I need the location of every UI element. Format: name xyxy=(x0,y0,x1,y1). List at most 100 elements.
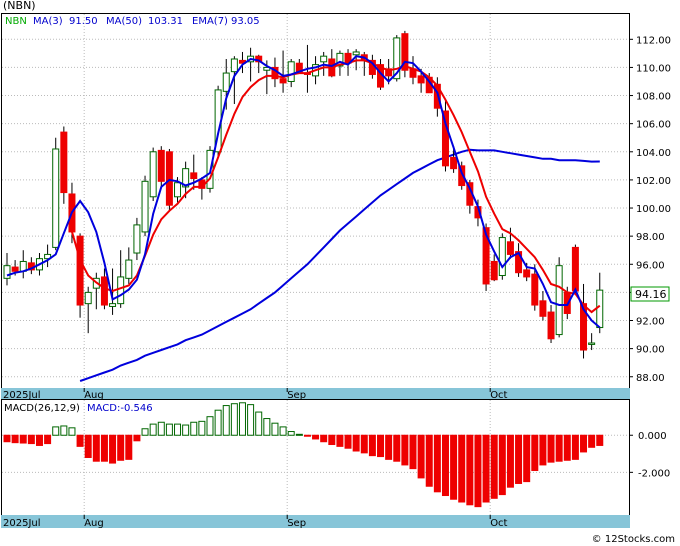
macd-bar-negative xyxy=(3,434,11,443)
macd-bar-negative xyxy=(433,434,441,493)
macd-bar-negative xyxy=(531,434,539,471)
price-y-tick-label: 88.00 xyxy=(636,373,665,384)
candle-body-down xyxy=(157,149,165,182)
macd-bar-negative xyxy=(125,434,133,460)
macd-bar-positive xyxy=(149,423,157,436)
candle-body-down xyxy=(571,246,579,292)
candle-body-up xyxy=(287,61,295,82)
candle-body-up xyxy=(352,51,360,56)
candle-body-down xyxy=(190,172,198,180)
candle-body-down xyxy=(490,260,498,281)
macd-bar-positive xyxy=(60,425,68,436)
macd-bar-positive xyxy=(279,426,287,436)
candle-body-up xyxy=(320,55,328,63)
macd-bar-positive xyxy=(52,426,60,436)
macd-bar-negative xyxy=(425,434,433,487)
macd-bar-negative xyxy=(450,434,458,500)
candle xyxy=(141,175,149,237)
legend-ma50-name: MA(50) xyxy=(106,16,142,27)
macd-bar-positive xyxy=(287,431,295,436)
macd-label: MACD(26,12,9) xyxy=(4,403,80,414)
macd-bar-negative xyxy=(523,434,531,483)
candle-body-down xyxy=(76,235,84,306)
macd-bar-negative xyxy=(92,434,100,462)
macd-bar-negative xyxy=(76,434,84,447)
price-y-tick-label: 100.00 xyxy=(636,204,671,215)
stock-chart: 88.0090.0092.0094.0096.0098.00100.00102.… xyxy=(1,0,675,545)
macd-bar-negative xyxy=(466,434,474,506)
candle-body-down xyxy=(279,78,287,84)
macd-bar-negative xyxy=(320,434,328,443)
candle-body-down xyxy=(531,273,539,306)
macd-x-tick-label: 2025Jul xyxy=(3,518,41,529)
price-y-axis: 88.0090.0092.0094.0096.0098.00100.00102.… xyxy=(629,35,671,384)
macd-bar-negative xyxy=(482,434,490,503)
candle-body-up xyxy=(498,237,506,277)
candle-body-up xyxy=(117,276,125,305)
macd-bar-positive xyxy=(222,405,230,436)
macd-bar-negative xyxy=(571,434,579,460)
macd-bar-negative xyxy=(109,434,117,464)
candle-body-up xyxy=(149,151,157,198)
macd-bar-negative xyxy=(417,434,425,479)
macd-x-tick-label: Oct xyxy=(490,518,507,529)
candle xyxy=(571,244,579,294)
macd-bar-negative xyxy=(27,434,35,445)
macd-bar-negative xyxy=(539,434,547,466)
price-y-tick-label: 90.00 xyxy=(636,345,665,356)
macd-bar-negative xyxy=(312,434,320,440)
price-y-tick-label: 96.00 xyxy=(636,260,665,271)
macd-bar-negative xyxy=(328,434,336,446)
candle-body-up xyxy=(109,303,117,307)
macd-bar-negative xyxy=(555,434,563,462)
price-y-tick-label: 102.00 xyxy=(636,176,671,187)
macd-bar-negative xyxy=(474,434,482,508)
candle-body-down xyxy=(506,241,514,255)
macd-bar-negative xyxy=(344,434,352,449)
candle xyxy=(52,137,60,251)
candle xyxy=(149,147,157,201)
macd-bar-positive xyxy=(214,409,222,436)
macd-bar-negative xyxy=(377,434,385,458)
candle xyxy=(498,233,506,280)
candle-body-up xyxy=(133,224,141,254)
macd-bar-negative xyxy=(360,434,368,454)
candle-body-down xyxy=(547,311,555,340)
macd-bar-negative xyxy=(303,434,311,437)
macd-bar-negative xyxy=(490,434,498,499)
macd-bar-positive xyxy=(141,428,149,436)
macd-x-tick-label: Sep xyxy=(287,518,306,529)
candle-body-up xyxy=(52,148,60,248)
watermark: © 12Stocks.com xyxy=(592,534,675,545)
candle-body-down xyxy=(100,276,108,306)
macd-y-axis: 0.000 -2.000 xyxy=(629,431,670,479)
price-y-tick-label: 112.00 xyxy=(636,35,671,46)
price-y-tick-label: 110.00 xyxy=(636,63,671,74)
price-y-tick-label: 92.00 xyxy=(636,317,665,328)
candle xyxy=(60,126,68,204)
macd-value-label: MACD:-0.546 xyxy=(87,403,153,414)
candle-body-down xyxy=(523,269,531,278)
macd-bar-positive xyxy=(157,421,165,436)
candle xyxy=(76,233,84,318)
candle-body-down xyxy=(165,151,173,206)
macd-bar-negative xyxy=(596,434,604,446)
macd-bar-negative xyxy=(409,434,417,470)
macd-bar-negative xyxy=(506,434,514,488)
candle-body-up xyxy=(84,291,92,305)
price-y-tick-label: 106.00 xyxy=(636,120,671,131)
macd-bar-positive xyxy=(190,421,198,436)
macd-bar-negative xyxy=(100,434,108,462)
macd-bar-negative xyxy=(547,434,555,463)
macd-bar-positive xyxy=(198,420,206,436)
macd-bar-positive xyxy=(68,427,76,436)
macd-bar-negative xyxy=(336,434,344,447)
macd-bar-negative xyxy=(352,434,360,452)
macd-bar-negative xyxy=(498,434,506,496)
macd-bar-negative xyxy=(393,434,401,462)
macd-bar-negative xyxy=(19,434,27,444)
legend-ma3-value: 91.50 xyxy=(69,16,98,27)
legend-ma3-name: MA(3) xyxy=(33,16,63,27)
candle xyxy=(555,257,563,338)
legend-ema7-name: EMA(7) xyxy=(192,16,228,27)
